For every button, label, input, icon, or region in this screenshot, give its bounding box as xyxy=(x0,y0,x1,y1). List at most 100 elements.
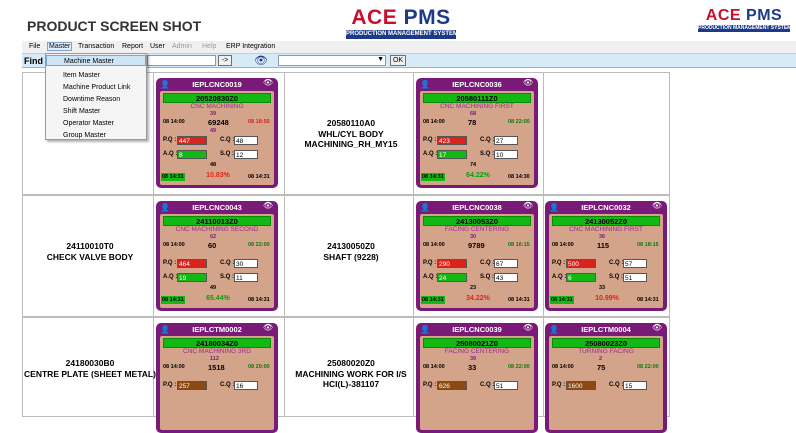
output-count: 48 xyxy=(210,162,217,168)
cq-value: 15 xyxy=(623,381,647,390)
pq-value: 257 xyxy=(177,381,207,390)
cell-divider xyxy=(543,196,544,316)
planned-qty: 9789 xyxy=(468,241,485,250)
reject-count: 49 xyxy=(210,128,217,134)
menu-help[interactable]: Help xyxy=(202,43,216,50)
menu-erp-integration[interactable]: ERP Integration xyxy=(226,43,275,50)
filter-dropdown[interactable]: ▼ xyxy=(278,55,386,66)
machine-id: IEPLCNC0043 xyxy=(192,203,242,212)
page-title: PRODUCT SCREEN SHOT xyxy=(27,18,202,34)
pq-label: P.Q : xyxy=(552,260,566,266)
product-name: CHECK VALVE BODY xyxy=(46,252,134,262)
end-time: 08 22:00 xyxy=(248,242,270,248)
current-time: 08 14:31 xyxy=(248,174,270,180)
menu-item-downtime-reason[interactable]: Downtime Reason xyxy=(46,94,146,105)
pq-value: 626 xyxy=(437,381,467,390)
sq-value: 43 xyxy=(494,273,518,282)
cycle-count: 39 xyxy=(210,111,217,117)
cq-label: C.Q : xyxy=(609,382,624,388)
machine-card[interactable]: 👤 IEPLCTM0002 👁 24180034Z0 CNC MACHINING 3RD… xyxy=(156,323,278,433)
machine-id: IEPLCNC0032 xyxy=(581,203,631,212)
menu-admin[interactable]: Admin xyxy=(172,43,192,50)
planned-qty: 75 xyxy=(597,363,606,372)
eye-icon[interactable]: 👁 xyxy=(523,78,533,87)
logo-pms-text: PMS xyxy=(403,6,451,29)
product-name: SHAFT (9228) xyxy=(323,252,379,262)
aq-value: 6 xyxy=(566,273,596,282)
table-row: 24110010T0 CHECK VALVE BODY 24130050Z0 SHAF… xyxy=(22,195,670,317)
card-body: 25080021Z0 FACING CENTERING 39 08 14:00 33 08… xyxy=(420,336,534,430)
eye-icon[interactable]: 👁 xyxy=(263,323,273,332)
pq-label: P.Q : xyxy=(423,260,437,266)
menu-item-operator-master[interactable]: Operator Master xyxy=(46,118,146,129)
efficiency-percent: 34.22% xyxy=(466,295,490,302)
machine-card[interactable]: 👤 IEPLCNC0039 👁 25080021Z0 FACING CENTERING 3… xyxy=(416,323,538,433)
cq-label: C.Q : xyxy=(220,137,235,143)
output-count: 49 xyxy=(210,285,217,291)
menu-file[interactable]: File xyxy=(29,43,40,50)
find-go-button[interactable]: -> xyxy=(218,55,232,66)
end-time: 08 22:00 xyxy=(508,119,530,125)
menu-report[interactable]: Report xyxy=(122,43,143,50)
output-count: 74 xyxy=(470,162,477,168)
cq-value: 27 xyxy=(494,136,518,145)
pq-label: P.Q : xyxy=(163,382,177,388)
menu-item-item-master[interactable]: Item Master xyxy=(46,70,146,81)
eye-icon[interactable]: 👁 xyxy=(652,323,662,332)
menu-item-shift-master[interactable]: Shift Master xyxy=(46,106,146,117)
eye-icon[interactable]: 👁 xyxy=(263,201,273,210)
end-time: 08 22:00 xyxy=(637,364,659,370)
process-name: CNC MACHINING FIRST xyxy=(440,103,514,110)
pq-value: 447 xyxy=(177,136,207,145)
menu-item-machine-product-link[interactable]: Machine Product Link xyxy=(46,82,146,93)
aq-label: A.Q : xyxy=(423,274,438,280)
output-count: 23 xyxy=(470,285,477,291)
process-name: CNC MACHINING FIRST xyxy=(569,226,643,233)
efficiency-percent: 64.22% xyxy=(466,172,490,179)
card-body: 20520830Z0 CNC MACHINING 39 08 14:00 69248 08… xyxy=(160,91,274,185)
sq-value: 12 xyxy=(234,150,258,159)
cq-value: 67 xyxy=(494,259,518,268)
machine-card[interactable]: 👤 IEPLCNC0036 👁 20580111Z0 CNC MACHINING FIR… xyxy=(416,78,538,188)
end-time: 08 16:15 xyxy=(508,242,530,248)
machine-card[interactable]: 👤 IEPLCNC0032 👁 24130052Z0 CNC MACHINING FIR… xyxy=(545,201,667,311)
menu-master[interactable]: Master xyxy=(47,42,73,51)
cq-value: 16 xyxy=(234,381,258,390)
process-name: FACING CENTERING xyxy=(444,348,510,355)
current-time: 08 14:31 xyxy=(248,297,270,303)
eye-icon[interactable]: 👁 xyxy=(523,201,533,210)
card-body: 24180034Z0 CNC MACHINING 3RD 112 08 14:00 15… xyxy=(160,336,274,430)
machine-card[interactable]: 👤 IEPLCNC0038 👁 24130053Z0 FACING CENTERING 3… xyxy=(416,201,538,311)
sq-value: 11 xyxy=(234,273,258,282)
aq-value: 24 xyxy=(437,273,467,282)
cycle-count: 62 xyxy=(210,234,217,240)
aq-label: A.Q : xyxy=(552,274,567,280)
sq-value: 51 xyxy=(623,273,647,282)
eye-icon[interactable]: 👁 xyxy=(263,78,273,87)
machine-card[interactable]: 👤 IEPLCNC0019 👁 20520830Z0 CNC MACHINING 39 08… xyxy=(156,78,278,188)
aq-label: A.Q : xyxy=(163,151,178,157)
menu-item-group-master[interactable]: Group Master xyxy=(46,130,146,141)
cq-label: C.Q : xyxy=(220,260,235,266)
eye-icon[interactable]: 👁 xyxy=(254,54,268,67)
ok-button[interactable]: OK xyxy=(390,55,406,66)
production-order: 24110013Z0 xyxy=(163,216,271,226)
app-header: PRODUCT SCREEN SHOT ACE PMS PRODUCTION M… xyxy=(0,0,796,40)
eye-icon[interactable]: 👁 xyxy=(652,201,662,210)
start-time: 08 14:00 xyxy=(163,364,185,370)
machine-card[interactable]: 👤 IEPLCNC0043 👁 24110013Z0 CNC MACHINING SEC… xyxy=(156,201,278,311)
machine-card[interactable]: 👤 IEPLCTM0004 👁 25080023Z0 TURNING FACING 2 08… xyxy=(545,323,667,433)
menu-user[interactable]: User xyxy=(150,43,165,50)
sq-label: S.Q : xyxy=(609,274,624,280)
cq-label: C.Q : xyxy=(609,260,624,266)
find-input[interactable] xyxy=(147,55,216,66)
efficiency-percent: 10.99% xyxy=(595,295,619,302)
logo-subtitle: PRODUCTION MANAGEMENT SYSTEM xyxy=(698,25,792,32)
eye-icon[interactable]: 👁 xyxy=(523,323,533,332)
production-order: 25080021Z0 xyxy=(423,338,531,348)
menu-item-machine-master[interactable]: Machine Master xyxy=(46,55,146,66)
menu-transaction[interactable]: Transaction xyxy=(78,43,114,50)
cq-value: 48 xyxy=(234,136,258,145)
end-time: 08 18:50 xyxy=(248,119,270,125)
last-update-time: 08 14:31 xyxy=(161,173,185,181)
